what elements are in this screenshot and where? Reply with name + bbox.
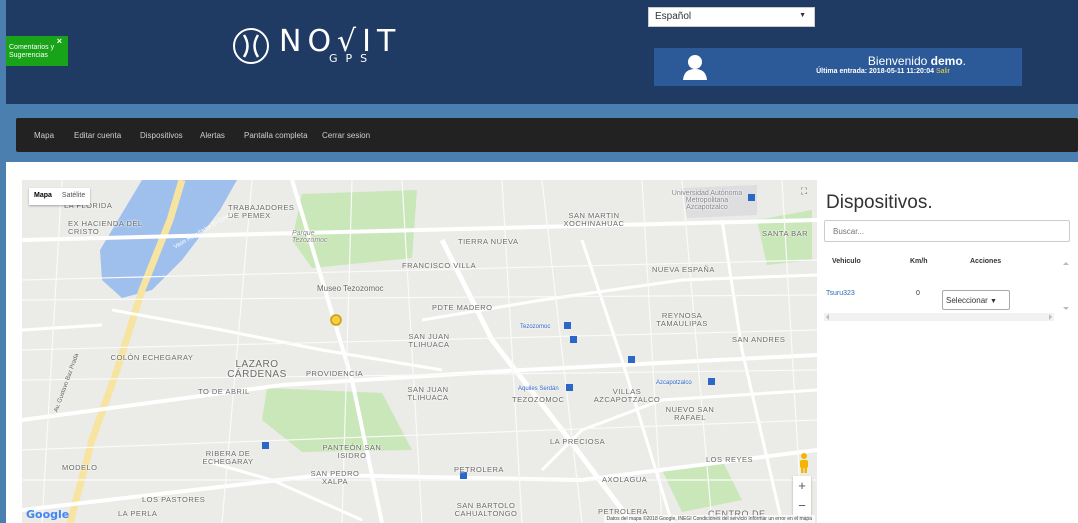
map-label: COLÓN ECHEGARAY — [110, 353, 194, 362]
main-panel: LA FLORIDA EX HACIENDA DEL CRISTO TRABAJ… — [6, 162, 1078, 523]
map-label: Museo Tezozomoc — [317, 284, 384, 293]
nav-mapa[interactable]: Mapa — [34, 131, 54, 140]
map-label: LOS PASTORES — [142, 495, 206, 504]
welcome-box: Bienvenido demo. Última entrada: 2018-05… — [654, 48, 1022, 86]
feedback-button[interactable]: × Comentarios y Sugerencias — [6, 36, 68, 66]
map-label: PANTEÓN SAN ISIDRO — [322, 443, 382, 460]
devices-panel: Dispositivos. Vehiculo Km/h Acciones Tsu… — [822, 180, 1078, 480]
device-action-select[interactable]: Seleccionar ▼ — [942, 290, 1010, 310]
logo-sub: GPS — [329, 52, 376, 65]
map-label: VILLAS AZCAPOTZALCO — [593, 387, 661, 404]
nav-dispositivos[interactable]: Dispositivos — [140, 131, 183, 140]
device-name-link[interactable]: Tsuru323 — [826, 290, 855, 297]
language-select[interactable]: Español ▼ — [648, 7, 815, 27]
map-label: SANTA BAR — [762, 229, 809, 238]
pegman-icon[interactable] — [797, 452, 811, 474]
greeting-period: . — [962, 54, 966, 68]
map-label: PETROLERA — [454, 465, 504, 474]
map-label: Azcapotzalco — [656, 380, 692, 386]
map-label: LOS REYES — [706, 455, 754, 464]
map-label: SAN JUAN TLIHUACA — [408, 332, 450, 349]
map-type-map[interactable]: Mapa — [29, 188, 57, 203]
map-label: FRANCISCO VILLA — [402, 261, 477, 270]
map-label: LAZARO CÁRDENAS — [227, 359, 287, 380]
map-label: RIBERA DE ECHEGARAY — [202, 449, 254, 466]
close-icon[interactable]: × — [57, 37, 62, 46]
map-label: SAN MARTIN XOCHINAHUAC — [563, 211, 625, 228]
vertical-scrollbar[interactable] — [1062, 260, 1070, 312]
map-type-control: Mapa Satélite — [29, 188, 91, 205]
zoom-out-button[interactable]: − — [793, 496, 811, 516]
user-icon — [683, 55, 707, 80]
logout-link[interactable]: Salir — [936, 68, 950, 75]
nav-pantalla-completa[interactable]: Pantalla completa — [244, 131, 308, 140]
map-label: NUEVO SAN RAFAEL — [665, 405, 715, 422]
map[interactable]: LA FLORIDA EX HACIENDA DEL CRISTO TRABAJ… — [22, 180, 817, 523]
map-label: LA PERLA — [118, 509, 158, 518]
logo-icon — [233, 28, 269, 64]
map-label: SAN JUAN TLIHUACA — [407, 385, 449, 402]
caret-down-icon: ▼ — [990, 298, 997, 305]
map-type-satellite[interactable]: Satélite — [57, 188, 90, 203]
map-label: Aquiles Serdán — [518, 386, 559, 392]
zoom-in-button[interactable]: + — [793, 476, 811, 496]
caret-down-icon: ▼ — [799, 12, 806, 19]
nav-cerrar-sesion[interactable]: Cerrar sesion — [322, 131, 370, 140]
device-speed: 0 — [916, 290, 920, 297]
map-label: REYNOSA TAMAULIPAS — [656, 311, 708, 328]
map-label: Parque Tezozomoc — [292, 230, 328, 244]
google-logo: Google — [26, 508, 70, 521]
nav-alertas[interactable]: Alertas — [200, 131, 225, 140]
column-header: Vehiculo — [832, 258, 861, 265]
map-label: Tezozomoc — [520, 324, 551, 330]
nav-editar-cuenta[interactable]: Editar cuenta — [74, 131, 121, 140]
map-attribution[interactable]: Datos del mapa ©2018 Google, INEGI Condi… — [603, 515, 815, 523]
last-login-label: Última entrada: 2018-05-11 11:20:04 — [816, 68, 935, 75]
zoom-control: + − — [793, 476, 811, 516]
welcome-greeting: Bienvenido demo. — [868, 54, 966, 68]
map-label: TEZOZOMOC — [512, 395, 565, 404]
device-action-value: Seleccionar — [946, 296, 988, 305]
language-value: Español — [655, 11, 692, 22]
map-label: PDTE MADERO — [432, 303, 493, 312]
map-label: SAN PEDRO XALPA — [310, 469, 360, 486]
feedback-label: Comentarios y Sugerencias — [9, 44, 55, 59]
username: demo — [930, 54, 963, 68]
search-input[interactable] — [824, 220, 1070, 242]
column-header: Km/h — [910, 258, 928, 265]
map-label: EX HACIENDA DEL CRISTO — [68, 219, 143, 236]
column-header: Acciones — [970, 258, 1002, 265]
map-label: SAN BARTOLO CAHUALTONGO — [454, 501, 518, 518]
map-label: AXOLAGUA — [602, 475, 648, 484]
last-login: Última entrada: 2018-05-11 11:20:04 Sali… — [816, 68, 950, 75]
devices-title: Dispositivos. — [826, 192, 933, 213]
greeting-text: Bienvenido — [867, 54, 928, 68]
map-label: TIERRA NUEVA — [458, 237, 519, 246]
map-label: MODELO — [62, 463, 98, 472]
map-label: TRABAJADORES DE PEMEX — [228, 203, 295, 220]
map-label: NUEVA ESPAÑA — [652, 265, 715, 274]
map-label: Universidad Autónoma Metropolitana Azcap… — [671, 190, 743, 211]
map-label: TO DE ABRIL — [198, 387, 250, 396]
navbar: Mapa Editar cuenta Dispositivos Alertas … — [16, 118, 1078, 152]
fullscreen-icon[interactable]: ⛶ — [797, 186, 811, 200]
map-label: PROVIDENCIA — [306, 369, 364, 378]
logo: NO√IT GPS — [231, 24, 395, 68]
map-label: SAN ANDRES — [732, 335, 786, 344]
map-label: LA PRECIOSA — [550, 437, 606, 446]
horizontal-scrollbar[interactable] — [824, 313, 1054, 321]
